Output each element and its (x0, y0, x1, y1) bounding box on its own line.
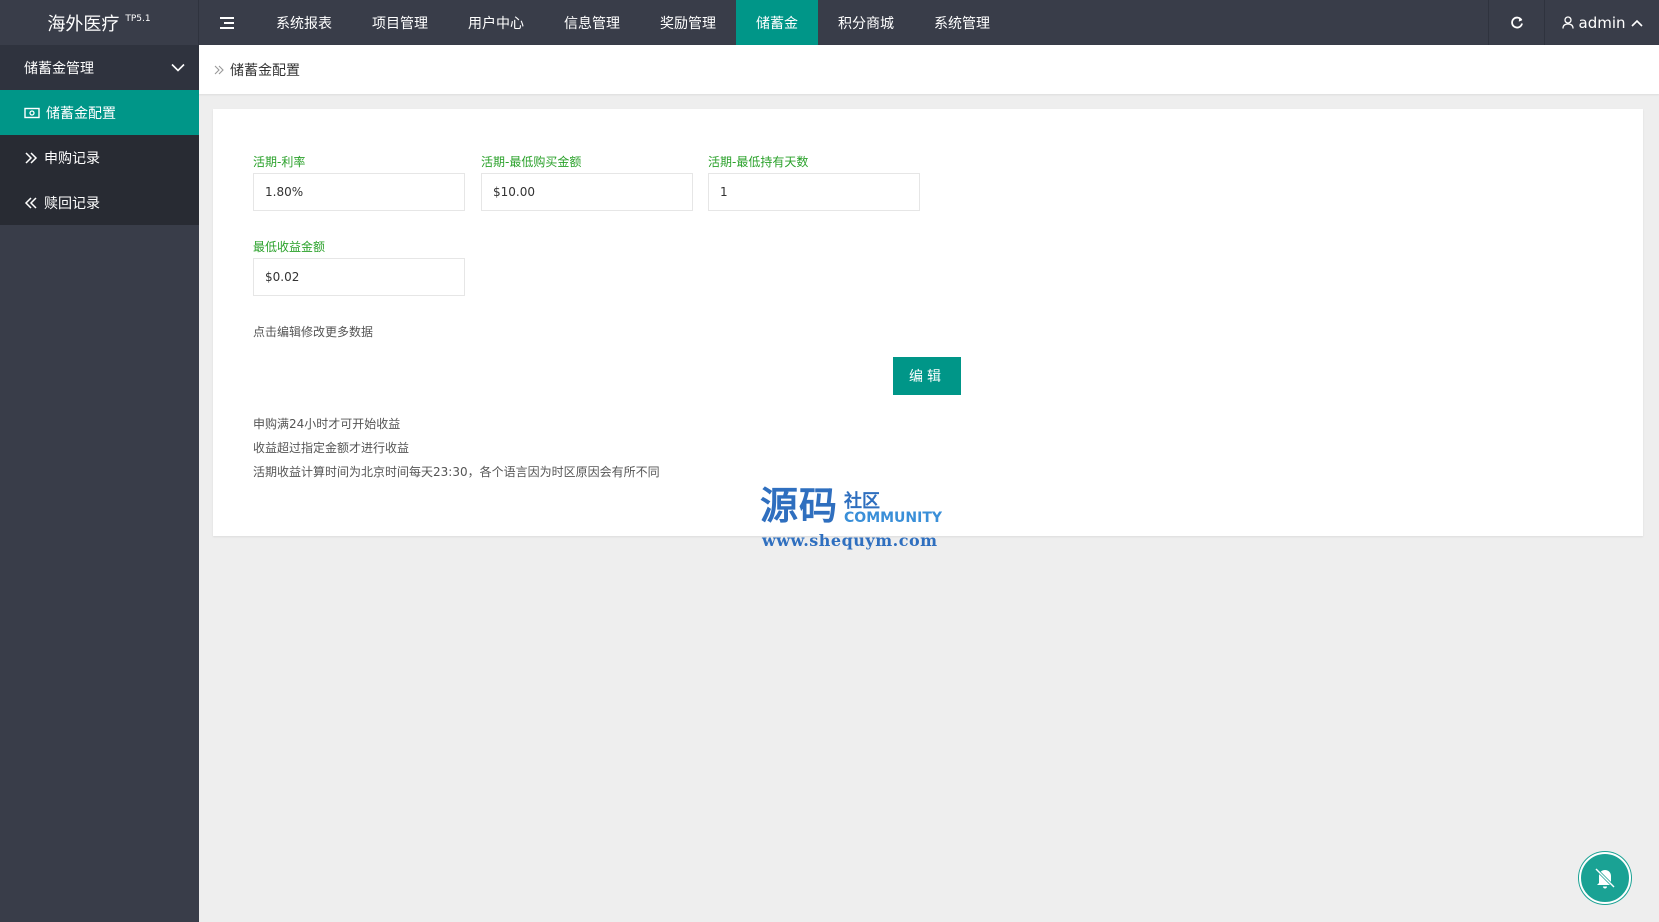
watermark-main: 源码 社区 COMMUNITY (760, 487, 942, 525)
watermark-community-text: COMMUNITY (844, 510, 943, 526)
refresh-button[interactable] (1488, 0, 1544, 45)
top-header: 海外医疗 TP5.1 系统报表 项目管理 用户中心 信息管理 奖励管理 储蓄金 … (0, 0, 1659, 45)
field-min-purchase-label: 活期-最低购买金额 (481, 155, 582, 169)
field-rate: 活期-利率 (253, 154, 465, 211)
sidebar-item-label: 储蓄金配置 (46, 105, 116, 122)
nav-item-rewards[interactable]: 奖励管理 (640, 0, 736, 45)
config-card: 活期-利率 活期-最低购买金额 活期-最低持有天数 最低收益金额 点击编辑修改更… (213, 109, 1643, 536)
watermark-side: 社区 COMMUNITY (844, 491, 943, 526)
menu-toggle-button[interactable] (212, 0, 242, 45)
nav-item-points-mall[interactable]: 积分商城 (818, 0, 914, 45)
edit-hint: 点击编辑修改更多数据 (253, 325, 374, 339)
watermark-logo: 源码 社区 COMMUNITY www.shequym.com (760, 487, 942, 550)
user-menu[interactable]: admin (1544, 0, 1659, 45)
breadcrumb-current[interactable]: 储蓄金配置 (230, 60, 300, 80)
sidebar: 储蓄金管理 储蓄金配置 申购记录 赎回记录 (0, 45, 199, 922)
sidebar-submenu: 储蓄金配置 申购记录 赎回记录 (0, 90, 199, 225)
nav-item-savings[interactable]: 储蓄金 (736, 0, 818, 45)
nav-item-system[interactable]: 系统管理 (914, 0, 1010, 45)
bell-off-icon (1594, 867, 1616, 889)
sidebar-item-redeem-records[interactable]: 赎回记录 (0, 180, 199, 225)
sidebar-group-savings[interactable]: 储蓄金管理 (0, 45, 199, 90)
sidebar-item-purchase-records[interactable]: 申购记录 (0, 135, 199, 180)
double-chevron-left-icon (24, 196, 37, 209)
chevron-down-icon (171, 63, 185, 72)
edit-button[interactable]: 编辑 (893, 357, 961, 395)
note-1: 申购满24小时才可开始收益 (253, 417, 401, 431)
chevron-up-icon (1630, 19, 1643, 27)
field-rate-label: 活期-利率 (253, 155, 306, 169)
min-days-input[interactable] (708, 173, 920, 211)
min-purchase-input[interactable] (481, 173, 693, 211)
field-min-purchase: 活期-最低购买金额 (481, 154, 693, 211)
floating-notification-button[interactable] (1579, 852, 1631, 904)
breadcrumb: 储蓄金配置 (199, 45, 1659, 94)
note-2: 收益超过指定金额才进行收益 (253, 441, 410, 455)
logo-version: TP5.1 (125, 13, 151, 24)
menu-icon (220, 16, 234, 29)
nav-item-reports[interactable]: 系统报表 (256, 0, 352, 45)
watermark-url: www.shequym.com (762, 531, 938, 550)
logo: 海外医疗 TP5.1 (0, 0, 199, 45)
watermark-small-text: 社区 (844, 491, 881, 512)
user-name: admin (1578, 13, 1626, 32)
double-chevron-right-icon (25, 151, 38, 164)
note-3: 活期收益计算时间为北京时间每天23:30，各个语言因为时区原因会有所不同 (253, 465, 660, 479)
field-min-income: 最低收益金额 (253, 239, 465, 296)
refresh-icon (1510, 16, 1523, 28)
sidebar-group-label: 储蓄金管理 (24, 60, 94, 77)
header-right: admin (1488, 0, 1659, 45)
double-chevron-right-icon (214, 65, 224, 74)
watermark-big-text: 源码 (760, 484, 839, 528)
top-nav: 系统报表 项目管理 用户中心 信息管理 奖励管理 储蓄金 积分商城 系统管理 (256, 0, 1010, 45)
nav-item-projects[interactable]: 项目管理 (352, 0, 448, 45)
field-min-days: 活期-最低持有天数 (708, 154, 920, 211)
money-icon (24, 107, 40, 118)
sidebar-item-label: 赎回记录 (44, 195, 100, 212)
field-min-days-label: 活期-最低持有天数 (708, 155, 809, 169)
logo-title: 海外医疗 (47, 13, 120, 35)
min-income-input[interactable] (253, 258, 465, 296)
field-min-income-label: 最低收益金额 (253, 240, 326, 254)
sidebar-item-savings-config[interactable]: 储蓄金配置 (0, 90, 199, 135)
nav-item-info[interactable]: 信息管理 (544, 0, 640, 45)
nav-item-users[interactable]: 用户中心 (448, 0, 544, 45)
sidebar-item-label: 申购记录 (44, 150, 100, 167)
rate-input[interactable] (253, 173, 465, 211)
user-icon (1561, 16, 1574, 29)
